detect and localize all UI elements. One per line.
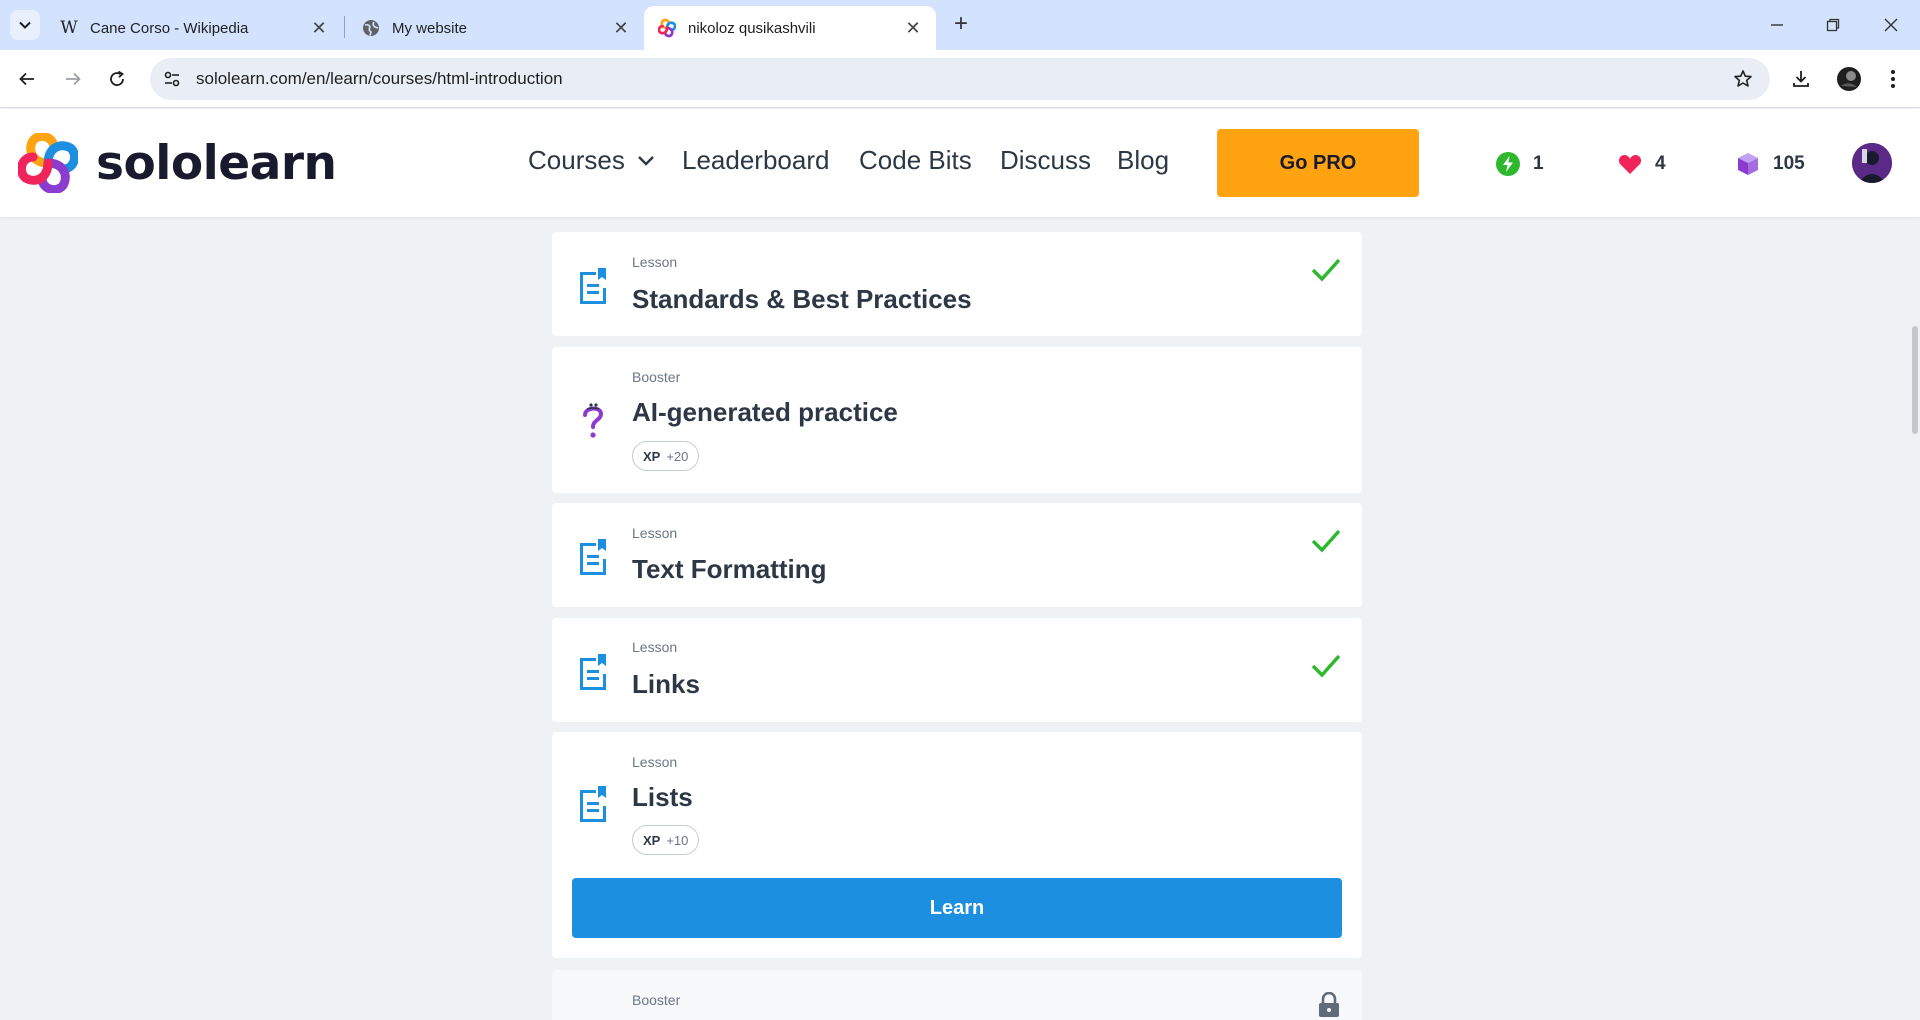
nav-discuss[interactable]: Discuss: [1000, 145, 1091, 176]
tab-separator: [344, 16, 345, 38]
item-kind: Lesson: [632, 254, 678, 270]
item-kind: Lesson: [632, 639, 678, 655]
booster-card-locked[interactable]: Booster: [552, 970, 1362, 1020]
close-icon[interactable]: ✕: [310, 19, 328, 37]
item-title: Links: [632, 669, 700, 699]
item-title: AI-generated practice: [632, 397, 898, 427]
xp-label: XP: [643, 448, 661, 464]
heart-icon: [1617, 151, 1643, 177]
arrow-left-icon: [19, 72, 34, 86]
xp-label: XP: [643, 832, 661, 848]
item-kind: Booster: [632, 992, 681, 1008]
site-header: sololearn Courses Leaderboard Code Bits …: [0, 109, 1920, 217]
item-title: Text Formatting: [632, 554, 827, 584]
completed-check-icon: [1311, 654, 1341, 678]
browser-tab-bar: W Cane Corso - Wikipedia ✕ My website ✕ …: [0, 0, 1920, 50]
lesson-card-lists[interactable]: Lesson Lists XP +10 Learn: [552, 732, 1362, 958]
hearts-counter[interactable]: 4: [1617, 151, 1666, 177]
tab-title: nikoloz qusikashvili: [688, 19, 816, 37]
close-window-icon[interactable]: [1876, 10, 1906, 40]
completed-check-icon: [1311, 529, 1341, 553]
chevron-down-icon: [19, 21, 31, 29]
reload-button[interactable]: [102, 64, 132, 94]
arrow-right-icon: [66, 72, 81, 86]
more-vertical-icon: [1891, 70, 1895, 88]
lightning-icon: [1495, 151, 1521, 177]
question-mark-booster-icon: [583, 403, 604, 438]
bits-count: 105: [1773, 153, 1805, 174]
nav-blog[interactable]: Blog: [1117, 145, 1169, 176]
xp-value: +20: [666, 448, 689, 464]
avatar-image: [1852, 143, 1892, 183]
logo-text: sololearn: [96, 135, 337, 191]
globe-icon: [362, 19, 380, 37]
streak-count: 1: [1533, 153, 1544, 174]
sololearn-icon: [658, 18, 676, 38]
nav-code-bits[interactable]: Code Bits: [859, 145, 972, 176]
user-avatar[interactable]: [1852, 143, 1892, 183]
xp-badge: XP +20: [632, 441, 700, 471]
chevron-down-icon: [637, 155, 654, 166]
tab-search-button[interactable]: [10, 10, 40, 40]
lesson-document-icon: [580, 654, 606, 690]
address-bar[interactable]: sololearn.com/en/learn/courses/html-intr…: [150, 58, 1770, 100]
browser-toolbar: sololearn.com/en/learn/courses/html-intr…: [0, 50, 1920, 108]
booster-card-ai-practice[interactable]: Booster AI-generated practice XP +20: [552, 347, 1362, 493]
item-kind: Lesson: [632, 754, 678, 770]
go-pro-button[interactable]: Go PRO: [1217, 129, 1419, 197]
lesson-document-icon: [580, 786, 606, 822]
nav-leaderboard[interactable]: Leaderboard: [682, 145, 829, 176]
xp-value: +10: [666, 832, 689, 848]
browser-tab-sololearn[interactable]: nikoloz qusikashvili ✕: [644, 6, 936, 50]
lock-icon: [1319, 992, 1339, 1017]
item-kind: Booster: [632, 369, 681, 385]
restore-icon[interactable]: [1818, 10, 1848, 40]
item-kind: Lesson: [632, 525, 678, 541]
browser-menu-button[interactable]: [1878, 64, 1908, 94]
item-title: Standards & Best Practices: [632, 284, 972, 314]
new-tab-button[interactable]: +: [948, 12, 974, 38]
lesson-card-links[interactable]: Lesson Links: [552, 618, 1362, 722]
browser-tab-wikipedia[interactable]: W Cane Corso - Wikipedia ✕: [46, 6, 342, 50]
xp-badge: XP +10: [632, 825, 700, 855]
wikipedia-icon: W: [60, 18, 78, 38]
bits-counter[interactable]: 105: [1735, 151, 1805, 177]
reload-icon: [110, 70, 124, 86]
cube-icon: [1735, 151, 1761, 177]
sololearn-logo[interactable]: sololearn: [18, 133, 337, 193]
nav-courses-label: Courses: [528, 145, 625, 175]
site-settings-icon[interactable]: [162, 69, 182, 89]
lesson-card-standards[interactable]: Lesson Standards & Best Practices: [552, 232, 1362, 336]
completed-check-icon: [1311, 258, 1341, 282]
close-icon[interactable]: ✕: [612, 19, 630, 37]
hearts-count: 4: [1655, 153, 1666, 174]
lesson-card-text-formatting[interactable]: Lesson Text Formatting: [552, 503, 1362, 607]
minimize-icon[interactable]: [1762, 10, 1792, 40]
lesson-document-icon: [580, 539, 606, 575]
profile-avatar-icon: [1837, 67, 1861, 91]
bookmark-star-icon[interactable]: [1732, 68, 1754, 90]
sololearn-logo-icon: [18, 133, 78, 193]
page-scrollbar-thumb[interactable]: [1912, 326, 1918, 434]
nav-courses[interactable]: Courses: [528, 145, 655, 176]
browser-tab-my-website[interactable]: My website ✕: [348, 6, 644, 50]
forward-button[interactable]: [58, 64, 88, 94]
tab-title: My website: [392, 19, 468, 37]
tab-title: Cane Corso - Wikipedia: [90, 19, 249, 37]
learn-button[interactable]: Learn: [572, 878, 1342, 938]
url-text[interactable]: sololearn.com/en/learn/courses/html-intr…: [196, 69, 563, 89]
profile-button[interactable]: [1834, 64, 1864, 94]
downloads-button[interactable]: [1786, 64, 1816, 94]
lesson-document-icon: [580, 268, 606, 304]
streak-counter[interactable]: 1: [1495, 151, 1544, 177]
download-icon: [1793, 71, 1809, 87]
course-content: Lesson Standards & Best Practices Booste…: [0, 217, 1920, 1020]
item-title: Lists: [632, 782, 693, 812]
close-icon[interactable]: ✕: [904, 19, 922, 37]
back-button[interactable]: [12, 64, 42, 94]
